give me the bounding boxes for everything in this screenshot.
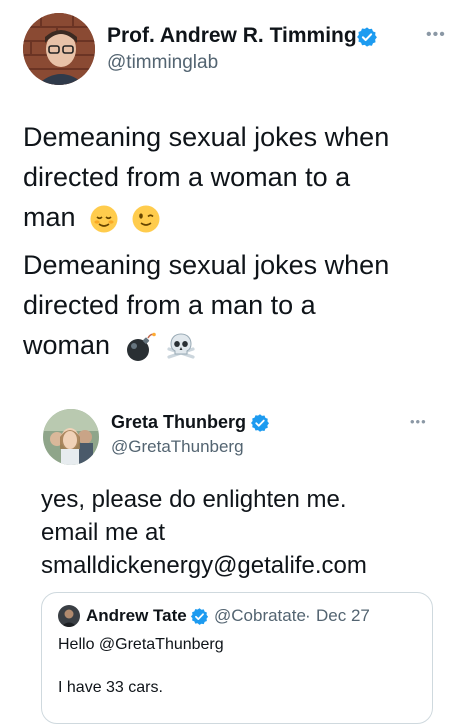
- tweet-line: directed from a man to a: [23, 290, 316, 320]
- avatar-greta[interactable]: [43, 409, 99, 465]
- author-name[interactable]: Prof. Andrew R. Timming: [107, 24, 357, 48]
- bomb-emoji: [126, 332, 156, 361]
- author-handle[interactable]: @timminglab: [107, 52, 218, 74]
- verified-badge-icon: [190, 608, 209, 625]
- verified-badge-icon: [251, 414, 269, 432]
- tweet-line: Demeaning sexual jokes when: [23, 250, 390, 280]
- reply-author-handle[interactable]: @GretaThunberg: [111, 437, 244, 457]
- tweet-line-with-emoji: man: [23, 197, 463, 237]
- ellipsis-icon[interactable]: •••: [426, 26, 446, 44]
- reply-body: yes, please do enlighten me. email me at…: [41, 483, 461, 582]
- avatar-timming[interactable]: [23, 13, 95, 85]
- winking-face-emoji: [132, 205, 160, 233]
- skull-crossbones-emoji: [167, 333, 195, 359]
- verified-badge-icon: [357, 27, 377, 47]
- tweet-body: Demeaning sexual jokes when directed fro…: [23, 117, 463, 365]
- ellipsis-icon[interactable]: •••: [410, 414, 427, 429]
- reply-line: yes, please do enlighten me.: [41, 486, 347, 513]
- tweet-line: man: [23, 202, 76, 232]
- quoted-separator: ·: [305, 606, 311, 625]
- avatar-tate[interactable]: [58, 605, 80, 627]
- quoted-line: I have 33 cars.: [58, 679, 163, 696]
- quoted-author-name[interactable]: Andrew Tate: [86, 606, 187, 626]
- quoted-line: Hello @GretaThunberg: [58, 636, 224, 653]
- tweet-line: directed from a woman to a: [23, 162, 351, 192]
- reply-line: email me at: [41, 519, 166, 546]
- quoted-tweet[interactable]: Andrew Tate @Cobratate · Dec 27 Hello @G…: [41, 592, 433, 724]
- tweet-line: woman: [23, 330, 111, 360]
- tweet-line: Demeaning sexual jokes when: [23, 122, 390, 152]
- tweet-line-with-emoji: woman: [23, 325, 463, 365]
- quoted-author-handle[interactable]: @Cobratate: [214, 606, 306, 626]
- reply-line: smalldickenergy@getalife.com: [41, 552, 367, 579]
- quoted-date[interactable]: Dec 27: [316, 606, 370, 626]
- reply-author-name[interactable]: Greta Thunberg: [111, 412, 246, 433]
- relieved-face-emoji: [90, 205, 118, 233]
